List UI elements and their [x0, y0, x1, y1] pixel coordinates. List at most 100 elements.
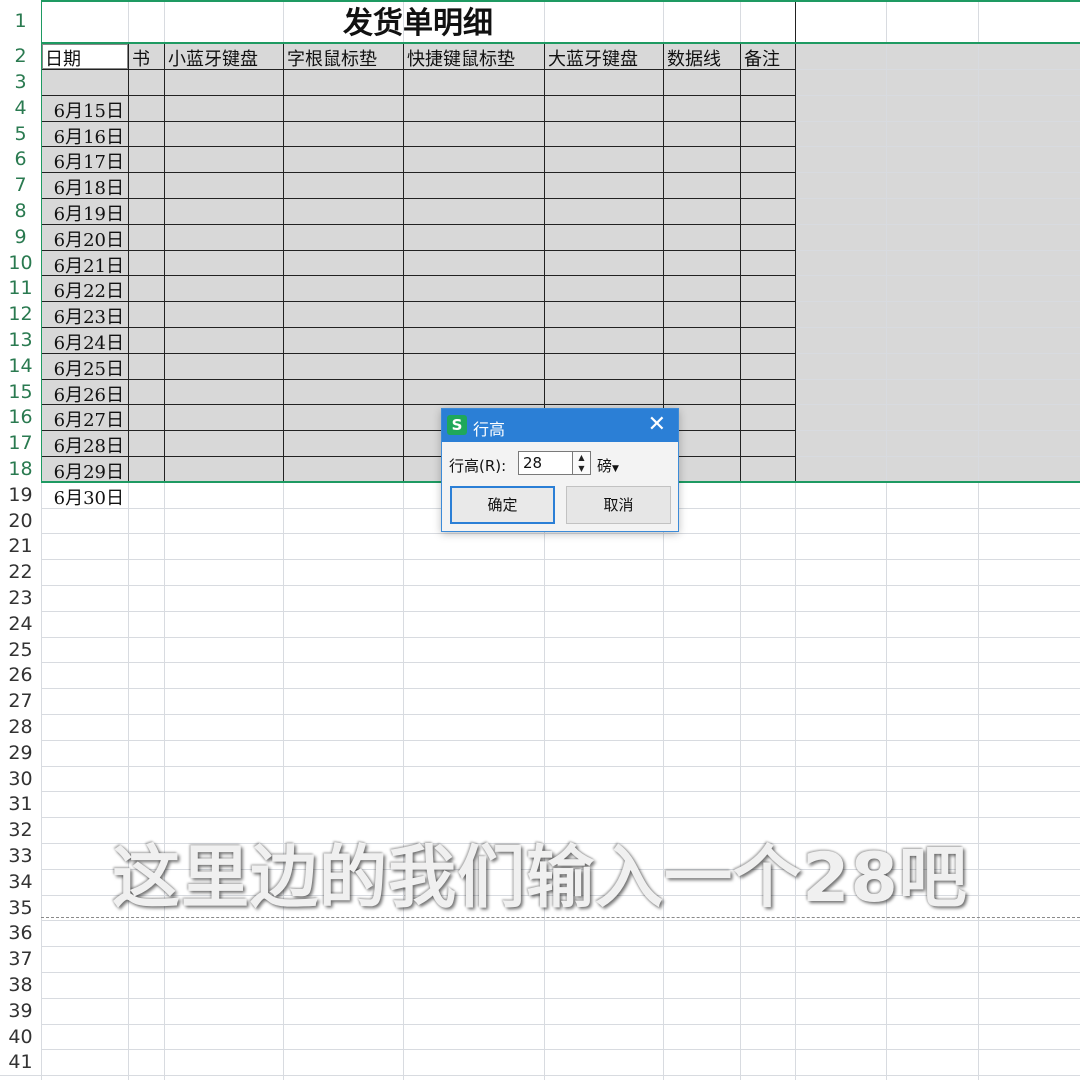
header-cell[interactable]: 小蓝牙键盘: [164, 45, 283, 69]
table-border-horizontal: [41, 121, 795, 122]
row-header[interactable]: 20: [0, 508, 41, 534]
row-header[interactable]: 13: [0, 327, 41, 353]
grid-row-line: [0, 766, 1080, 767]
header-cell[interactable]: 书: [128, 45, 164, 69]
row-header[interactable]: 37: [0, 946, 41, 972]
row-header[interactable]: 5: [0, 121, 41, 147]
date-cell[interactable]: 6月15日: [41, 97, 128, 121]
table-border-vertical: [403, 43, 404, 482]
row-header[interactable]: 9: [0, 224, 41, 250]
header-cell[interactable]: 数据线: [663, 45, 740, 69]
table-border-vertical: [164, 43, 165, 482]
date-cell[interactable]: 6月26日: [41, 381, 128, 405]
header-cell[interactable]: 大蓝牙键盘: [544, 45, 663, 69]
row-header[interactable]: 14: [0, 353, 41, 379]
header-cell[interactable]: 备注: [740, 45, 795, 69]
grid-row-line: [0, 998, 1080, 999]
row-header[interactable]: 10: [0, 250, 41, 276]
header-cell[interactable]: 快捷键鼠标垫: [403, 45, 544, 69]
date-cell[interactable]: 6月20日: [41, 226, 128, 250]
table-border-horizontal: [41, 379, 795, 380]
close-icon[interactable]: ✕: [648, 413, 666, 437]
row-header[interactable]: 31: [0, 791, 41, 817]
row-header[interactable]: 17: [0, 430, 41, 456]
date-cell[interactable]: 6月28日: [41, 432, 128, 456]
row-header[interactable]: 27: [0, 688, 41, 714]
table-border-horizontal: [41, 430, 795, 431]
row-header[interactable]: 3: [0, 69, 41, 95]
row-header[interactable]: 7: [0, 172, 41, 198]
table-border-horizontal: [41, 404, 795, 405]
row-header[interactable]: 19: [0, 482, 41, 508]
row-header[interactable]: 21: [0, 533, 41, 559]
row-header[interactable]: 11: [0, 275, 41, 301]
row-header[interactable]: 16: [0, 404, 41, 430]
row-header[interactable]: 24: [0, 611, 41, 637]
table-border-horizontal: [41, 224, 795, 225]
spin-down-icon[interactable]: ▼: [573, 463, 590, 474]
row-header[interactable]: 15: [0, 379, 41, 405]
row-header[interactable]: 40: [0, 1024, 41, 1050]
grid-row-line: [0, 688, 1080, 689]
row-header[interactable]: 1: [0, 0, 41, 43]
row-header[interactable]: 8: [0, 198, 41, 224]
date-cell[interactable]: 6月16日: [41, 123, 128, 147]
grid-row-line: [0, 817, 1080, 818]
date-cell[interactable]: 6月21日: [41, 252, 128, 276]
row-height-input[interactable]: [518, 451, 573, 475]
row-header[interactable]: 18: [0, 456, 41, 482]
row-header[interactable]: 28: [0, 714, 41, 740]
date-cell[interactable]: 6月18日: [41, 174, 128, 198]
row-header[interactable]: 30: [0, 766, 41, 792]
grid-row-line: [0, 946, 1080, 947]
sheet-title[interactable]: 发货单明细: [41, 2, 795, 43]
date-cell[interactable]: 6月29日: [41, 458, 128, 482]
row-header[interactable]: 38: [0, 972, 41, 998]
date-cell[interactable]: 6月17日: [41, 148, 128, 172]
row-header[interactable]: 23: [0, 585, 41, 611]
date-cell[interactable]: 6月27日: [41, 406, 128, 430]
caret-down-icon: ▼: [612, 464, 619, 474]
date-cell[interactable]: 6月25日: [41, 355, 128, 379]
table-border-horizontal: [41, 327, 795, 328]
date-cell[interactable]: 6月19日: [41, 200, 128, 224]
table-border-horizontal: [41, 456, 795, 457]
ok-button[interactable]: 确定: [450, 486, 555, 524]
row-header[interactable]: 25: [0, 637, 41, 663]
table-border-horizontal: [41, 198, 795, 199]
cancel-button[interactable]: 取消: [566, 486, 671, 524]
table-border-vertical: [128, 43, 129, 482]
date-cell[interactable]: 6月23日: [41, 303, 128, 327]
table-border-vertical: [283, 43, 284, 482]
table-border-horizontal: [41, 301, 795, 302]
row-header[interactable]: 41: [0, 1049, 41, 1075]
grid-row-line: [0, 533, 1080, 534]
row-header[interactable]: 36: [0, 920, 41, 946]
row-header[interactable]: 39: [0, 998, 41, 1024]
header-cell[interactable]: 字根鼠标垫: [283, 45, 403, 69]
grid-row-line: [0, 791, 1080, 792]
table-border-vertical: [795, 43, 796, 482]
row-header[interactable]: 2: [0, 43, 41, 69]
grid-row-line: [0, 662, 1080, 663]
row-header[interactable]: 29: [0, 740, 41, 766]
row-header[interactable]: 6: [0, 146, 41, 172]
row-header[interactable]: 26: [0, 662, 41, 688]
date-cell[interactable]: 6月30日: [41, 484, 128, 508]
row-height-stepper[interactable]: ▲ ▼: [573, 451, 591, 475]
table-border-vertical: [740, 43, 741, 482]
table-border-horizontal: [41, 69, 795, 70]
row-header[interactable]: 12: [0, 301, 41, 327]
date-cell[interactable]: 6月22日: [41, 277, 128, 301]
grid-row-line: [0, 585, 1080, 586]
grid-row-line: [0, 972, 1080, 973]
row-header[interactable]: 22: [0, 559, 41, 585]
dialog-titlebar[interactable]: S 行高 ✕: [442, 409, 678, 442]
date-cell[interactable]: 6月24日: [41, 329, 128, 353]
spin-up-icon[interactable]: ▲: [573, 452, 590, 463]
row-header[interactable]: 4: [0, 95, 41, 121]
unit-dropdown[interactable]: 磅▼: [597, 455, 619, 476]
grid-row-line: [0, 559, 1080, 560]
selection-border-title: [41, 42, 1080, 44]
header-cell[interactable]: 日期: [41, 45, 128, 69]
